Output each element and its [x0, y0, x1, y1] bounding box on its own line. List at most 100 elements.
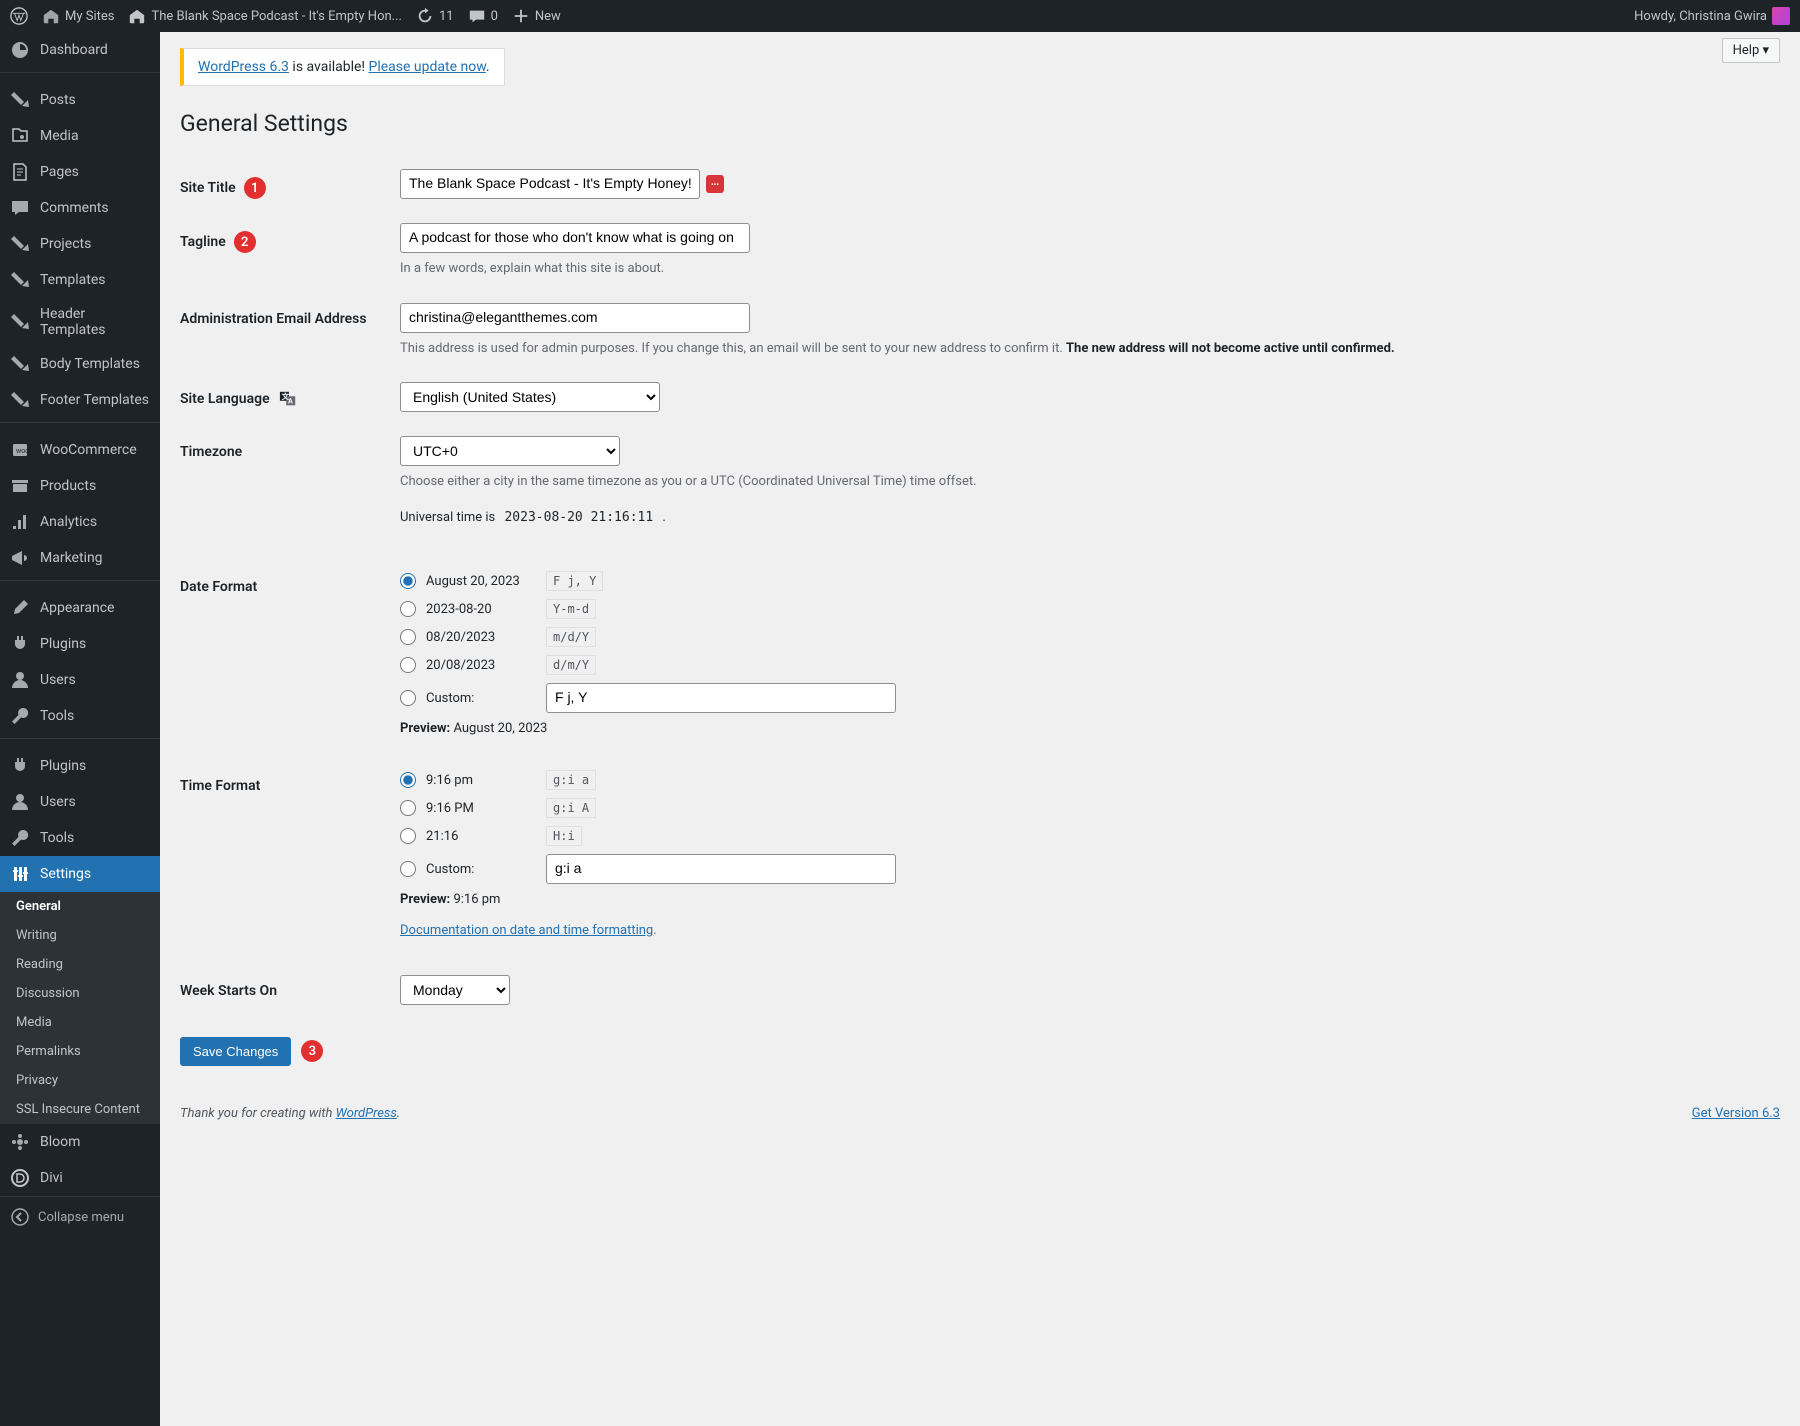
time-format-option[interactable]: 9:16 PMg:i A — [400, 798, 1780, 818]
main-content: Help ▾ WordPress 6.3 is available! Pleas… — [160, 32, 1800, 1426]
site-title-label: Site Title 1 — [180, 169, 400, 199]
sidebar-item-pages[interactable]: Pages — [0, 154, 160, 190]
sidebar-item-header-templates[interactable]: Header Templates — [0, 298, 160, 346]
admin-email-label: Administration Email Address — [180, 303, 400, 327]
svg-text:A: A — [288, 397, 293, 406]
sidebar-item-body-templates[interactable]: Body Templates — [0, 346, 160, 382]
date-format-radio[interactable] — [400, 573, 416, 589]
sidebar-item-footer-templates[interactable]: Footer Templates — [0, 382, 160, 418]
extension-icon[interactable] — [706, 175, 724, 193]
page-title: General Settings — [180, 110, 1780, 137]
date-format-custom-input[interactable] — [546, 683, 896, 713]
sidebar-item-analytics[interactable]: Analytics — [0, 504, 160, 540]
help-tab[interactable]: Help ▾ — [1722, 38, 1780, 63]
svg-text:woo: woo — [16, 447, 29, 455]
submenu-item-writing[interactable]: Writing — [0, 921, 160, 950]
time-format-radio[interactable] — [400, 800, 416, 816]
footer-wordpress-link[interactable]: WordPress — [336, 1106, 397, 1121]
submenu-item-general[interactable]: General — [0, 892, 160, 921]
time-format-label: Time Format — [180, 770, 400, 794]
submenu-item-ssl-insecure-content[interactable]: SSL Insecure Content — [0, 1095, 160, 1124]
wp-logo-icon[interactable] — [10, 7, 28, 25]
time-format-custom-option[interactable]: Custom: — [400, 854, 1780, 884]
submenu-item-media[interactable]: Media — [0, 1008, 160, 1037]
date-format-option[interactable]: 20/08/2023d/m/Y — [400, 655, 1780, 675]
date-format-label: Date Format — [180, 571, 400, 595]
tagline-label: Tagline 2 — [180, 223, 400, 253]
time-format-radio[interactable] — [400, 828, 416, 844]
submenu-item-permalinks[interactable]: Permalinks — [0, 1037, 160, 1066]
date-format-radio[interactable] — [400, 657, 416, 673]
time-format-preview: Preview: 9:16 pm — [400, 892, 1780, 907]
sidebar-item-tools[interactable]: Tools — [0, 820, 160, 856]
updates-link[interactable]: 11 — [416, 7, 454, 25]
week-starts-label: Week Starts On — [180, 975, 400, 999]
timezone-label: Timezone — [180, 436, 400, 460]
tagline-input[interactable] — [400, 223, 750, 253]
sidebar-item-comments[interactable]: Comments — [0, 190, 160, 226]
comments-link[interactable]: 0 — [468, 7, 498, 25]
site-language-select[interactable]: English (United States) — [400, 382, 660, 412]
week-starts-select[interactable]: Monday — [400, 975, 510, 1005]
admin-sidebar: DashboardPostsMediaPagesCommentsProjects… — [0, 32, 160, 1426]
sidebar-item-templates[interactable]: Templates — [0, 262, 160, 298]
sidebar-item-tools[interactable]: Tools — [0, 698, 160, 734]
sidebar-item-products[interactable]: Products — [0, 468, 160, 504]
sidebar-item-dashboard[interactable]: Dashboard — [0, 32, 160, 68]
date-format-radio[interactable] — [400, 629, 416, 645]
admin-footer: Thank you for creating with WordPress. G… — [180, 1106, 1780, 1121]
timezone-select[interactable]: UTC+0 — [400, 436, 620, 466]
date-format-option[interactable]: 2023-08-20Y-m-d — [400, 599, 1780, 619]
date-format-radio[interactable] — [400, 601, 416, 617]
annotation-badge-1: 1 — [244, 177, 266, 199]
my-sites-link[interactable]: My Sites — [42, 7, 114, 25]
sidebar-item-settings[interactable]: Settings — [0, 856, 160, 892]
sidebar-item-plugins[interactable]: Plugins — [0, 626, 160, 662]
admin-email-input[interactable] — [400, 303, 750, 333]
timezone-description: Choose either a city in the same timezon… — [400, 472, 1780, 492]
sidebar-item-media[interactable]: Media — [0, 118, 160, 154]
sidebar-item-users[interactable]: Users — [0, 662, 160, 698]
translate-icon: 文A — [278, 390, 298, 408]
annotation-badge-3: 3 — [301, 1040, 323, 1062]
utc-time-display: Universal time is 2023-08-20 21:16:11 . — [400, 508, 1780, 528]
date-format-custom-option[interactable]: Custom: — [400, 683, 1780, 713]
time-format-custom-input[interactable] — [546, 854, 896, 884]
sidebar-item-users[interactable]: Users — [0, 784, 160, 820]
sidebar-item-appearance[interactable]: Appearance — [0, 590, 160, 626]
submenu-item-reading[interactable]: Reading — [0, 950, 160, 979]
update-notice: WordPress 6.3 is available! Please updat… — [180, 48, 505, 86]
sidebar-item-posts[interactable]: Posts — [0, 82, 160, 118]
avatar-icon — [1772, 7, 1790, 25]
time-format-radio[interactable] — [400, 772, 416, 788]
time-format-option[interactable]: 21:16H:i — [400, 826, 1780, 846]
date-time-doc-link[interactable]: Documentation on date and time formattin… — [400, 923, 653, 938]
sidebar-item-woocommerce[interactable]: wooWooCommerce — [0, 432, 160, 468]
collapse-menu-button[interactable]: Collapse menu — [0, 1196, 160, 1237]
date-format-option[interactable]: August 20, 2023F j, Y — [400, 571, 1780, 591]
time-format-option[interactable]: 9:16 pmg:i a — [400, 770, 1780, 790]
footer-version-link[interactable]: Get Version 6.3 — [1692, 1106, 1780, 1121]
admin-email-description: This address is used for admin purposes.… — [400, 339, 1780, 359]
save-changes-button[interactable]: Save Changes — [180, 1037, 291, 1066]
notice-update-link[interactable]: Please update now — [369, 59, 486, 75]
sidebar-item-marketing[interactable]: Marketing — [0, 540, 160, 576]
howdy-link[interactable]: Howdy, Christina Gwira — [1634, 7, 1790, 25]
sidebar-item-bloom[interactable]: Bloom — [0, 1124, 160, 1160]
site-link[interactable]: The Blank Space Podcast - It's Empty Hon… — [128, 7, 401, 25]
site-language-label: Site Language 文A — [180, 382, 400, 408]
submenu-item-discussion[interactable]: Discussion — [0, 979, 160, 1008]
new-link[interactable]: New — [512, 7, 561, 25]
site-title-input[interactable] — [400, 169, 700, 199]
date-format-option[interactable]: 08/20/2023m/d/Y — [400, 627, 1780, 647]
submenu-item-privacy[interactable]: Privacy — [0, 1066, 160, 1095]
sidebar-item-plugins[interactable]: Plugins — [0, 748, 160, 784]
date-format-custom-radio[interactable] — [400, 690, 416, 706]
notice-version-link[interactable]: WordPress 6.3 — [198, 59, 289, 75]
time-format-custom-radio[interactable] — [400, 861, 416, 877]
admin-bar: My Sites The Blank Space Podcast - It's … — [0, 0, 1800, 32]
tagline-description: In a few words, explain what this site i… — [400, 259, 1780, 279]
sidebar-item-divi[interactable]: Divi — [0, 1160, 160, 1196]
annotation-badge-2: 2 — [234, 231, 256, 253]
sidebar-item-projects[interactable]: Projects — [0, 226, 160, 262]
